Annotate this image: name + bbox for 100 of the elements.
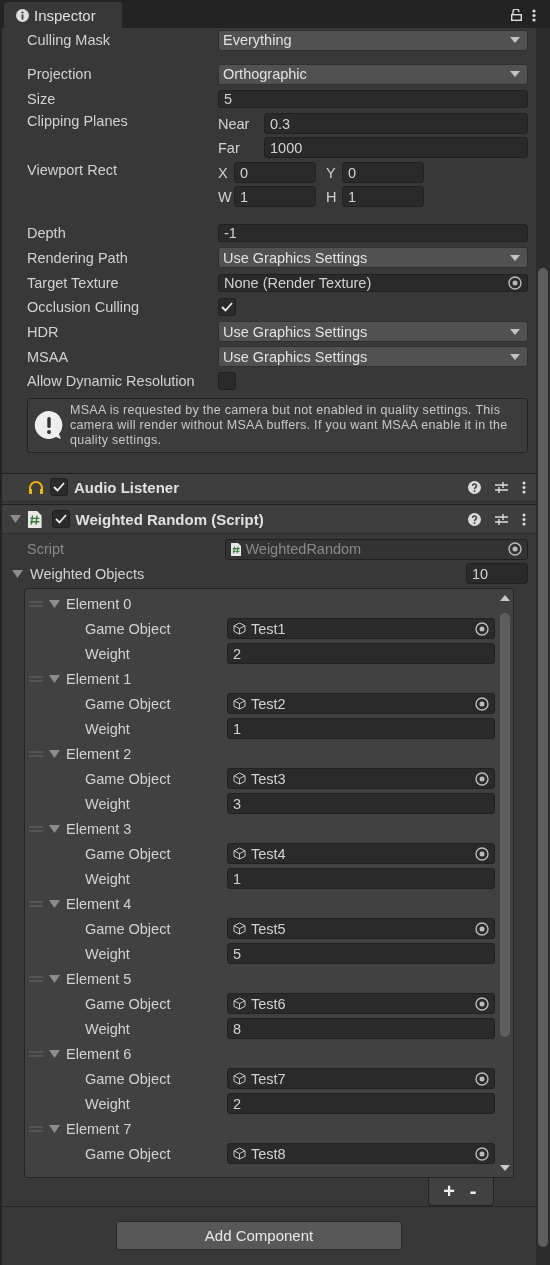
object-field[interactable]: Test1 xyxy=(227,618,495,640)
object-field[interactable]: Test4 xyxy=(227,843,495,865)
property-label: Target Texture xyxy=(27,274,120,291)
number-field[interactable]: 1000 xyxy=(264,137,528,159)
foldout-arrow-icon[interactable] xyxy=(49,823,60,834)
number-field[interactable]: 0 xyxy=(342,162,424,184)
help-icon[interactable] xyxy=(468,480,481,494)
dropdown[interactable]: Orthographic xyxy=(218,63,528,85)
element-label[interactable]: Element 7 xyxy=(66,1120,132,1137)
object-field[interactable]: Test5 xyxy=(227,918,495,940)
number-field[interactable]: 3 xyxy=(227,793,495,815)
foldout-arrow-icon[interactable] xyxy=(10,514,21,525)
element-label[interactable]: Element 5 xyxy=(66,970,132,987)
dropdown[interactable]: Use Graphics Settings xyxy=(218,321,528,343)
number-field[interactable]: 1 xyxy=(234,186,316,208)
property-label: Script xyxy=(27,541,66,558)
remove-element-button[interactable]: - xyxy=(463,1179,483,1203)
add-component-button[interactable]: Add Component xyxy=(116,1221,402,1251)
target-icon[interactable] xyxy=(475,996,489,1011)
number-field[interactable]: 0.3 xyxy=(264,113,528,135)
foldout-arrow-icon[interactable] xyxy=(49,748,60,759)
list-label[interactable]: Weighted Objects xyxy=(30,565,466,582)
script-file-icon xyxy=(28,510,42,528)
caret-icon xyxy=(509,70,521,79)
help-icon[interactable] xyxy=(468,512,481,526)
target-icon[interactable] xyxy=(508,275,522,290)
component-header[interactable]: Audio Listener xyxy=(2,472,536,503)
target-icon[interactable] xyxy=(475,696,489,711)
more-options-icon[interactable] xyxy=(522,512,526,526)
component-header[interactable]: Weighted Random (Script) xyxy=(2,504,536,534)
number-field[interactable]: 8 xyxy=(227,1018,495,1040)
foldout-arrow-icon[interactable] xyxy=(12,568,23,579)
checkmark-icon xyxy=(53,482,65,493)
sliders-icon[interactable] xyxy=(495,512,508,526)
number-field[interactable]: 5 xyxy=(227,943,495,965)
cube-icon xyxy=(233,997,246,1011)
property-label: Game Object xyxy=(85,695,172,712)
number-field[interactable]: -1 xyxy=(218,224,528,243)
property-label: Occlusion Culling xyxy=(27,299,141,316)
object-field[interactable]: Test2 xyxy=(227,693,495,715)
caret-icon xyxy=(509,327,521,336)
element-label[interactable]: Element 1 xyxy=(66,670,132,687)
number-field[interactable]: 2 xyxy=(227,643,495,665)
element-label[interactable]: Element 6 xyxy=(66,1045,132,1062)
foldout-arrow-icon[interactable] xyxy=(49,673,60,684)
element-label[interactable]: Element 2 xyxy=(66,745,132,762)
object-field[interactable]: Test8 xyxy=(227,1143,495,1165)
property-label: Culling Mask xyxy=(27,32,111,49)
scroll-up-icon[interactable] xyxy=(500,595,510,602)
foldout-arrow-icon[interactable] xyxy=(49,598,60,609)
field-label: Y xyxy=(326,164,337,181)
lock-icon[interactable] xyxy=(511,9,522,21)
object-field[interactable]: Test3 xyxy=(227,768,495,790)
info-icon xyxy=(16,8,29,22)
target-icon[interactable] xyxy=(475,846,489,861)
dropdown[interactable]: Use Graphics Settings xyxy=(218,346,528,368)
list-size-field[interactable]: 10 xyxy=(466,563,528,585)
property-label: Rendering Path xyxy=(27,249,129,266)
target-icon[interactable] xyxy=(475,621,489,636)
target-icon[interactable] xyxy=(475,771,489,786)
cube-icon xyxy=(233,622,246,636)
number-field[interactable]: 2 xyxy=(227,1093,495,1115)
foldout-arrow-icon[interactable] xyxy=(49,898,60,909)
property-label: Projection xyxy=(27,66,93,83)
help-text: MSAA is requested by the camera but not enabled in quality settings. This camera will render without MSAA buffers. If you want MSAA enable it in the quality settings. xyxy=(70,402,509,448)
object-field[interactable]: Test6 xyxy=(227,993,495,1015)
element-label[interactable]: Element 4 xyxy=(66,895,132,912)
target-icon[interactable] xyxy=(475,921,489,936)
more-options-icon[interactable] xyxy=(532,8,536,22)
dropdown[interactable]: Everything xyxy=(218,29,528,51)
property-label: Game Object xyxy=(85,620,172,637)
object-field[interactable]: Test7 xyxy=(227,1068,495,1090)
object-field[interactable]: None (Render Texture) xyxy=(218,273,528,292)
number-field[interactable]: 0 xyxy=(234,162,316,184)
number-field[interactable]: 1 xyxy=(342,186,424,208)
number-field[interactable]: 1 xyxy=(227,718,495,740)
inspector-tab[interactable]: Inspector xyxy=(4,2,122,28)
foldout-arrow-icon[interactable] xyxy=(49,1048,60,1059)
foldout-arrow-icon[interactable] xyxy=(49,973,60,984)
sliders-icon[interactable] xyxy=(495,480,508,494)
foldout-arrow-icon[interactable] xyxy=(49,1123,60,1134)
target-icon[interactable] xyxy=(475,1071,489,1086)
checkbox[interactable] xyxy=(218,298,236,317)
checkbox[interactable] xyxy=(50,478,68,497)
checkbox[interactable] xyxy=(218,372,236,391)
dropdown[interactable]: Use Graphics Settings xyxy=(218,247,528,269)
element-label[interactable]: Element 0 xyxy=(66,595,132,612)
more-options-icon[interactable] xyxy=(522,480,526,494)
number-field[interactable]: 5 xyxy=(218,89,528,108)
cube-icon xyxy=(233,922,246,936)
property-label: Weight xyxy=(85,645,131,662)
add-element-button[interactable]: + xyxy=(439,1179,459,1203)
scroll-down-icon[interactable] xyxy=(500,1164,510,1171)
number-field[interactable]: 1 xyxy=(227,868,495,890)
checkbox[interactable] xyxy=(51,510,70,529)
property-label: Weight xyxy=(85,870,131,887)
property-label: Game Object xyxy=(85,1070,172,1087)
target-icon[interactable] xyxy=(475,1146,489,1161)
element-label[interactable]: Element 3 xyxy=(66,820,132,837)
scrollbar[interactable] xyxy=(536,28,550,1265)
